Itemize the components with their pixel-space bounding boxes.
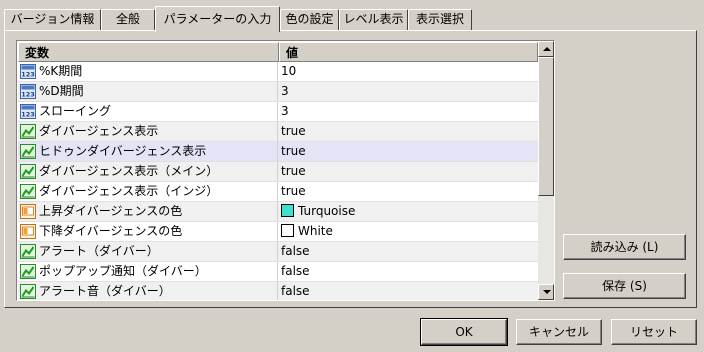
column-header-variable[interactable]: 変数 xyxy=(18,42,279,62)
parameter-value-cell[interactable]: 3 xyxy=(279,82,289,101)
parameter-value: true xyxy=(281,124,306,138)
parameter-name: ダイバージェンス表示 xyxy=(39,124,159,138)
ok-button[interactable]: OK xyxy=(420,318,508,346)
table-row[interactable]: アラート音（ダイバー） false xyxy=(18,282,538,300)
parameter-name-cell: ダイバージェンス表示 xyxy=(18,122,278,141)
parameter-name-cell: 123 %D期間 xyxy=(18,82,278,101)
parameter-value-cell[interactable]: true xyxy=(279,182,306,201)
parameter-value: true xyxy=(281,144,306,158)
svg-text:123: 123 xyxy=(21,71,35,79)
bool-icon xyxy=(20,244,36,259)
parameter-name: ポップアップ通知（ダイバー） xyxy=(39,264,207,278)
tab-display[interactable]: 表示選択 xyxy=(408,9,472,30)
parameter-value: White xyxy=(298,224,333,238)
scroll-thumb[interactable] xyxy=(538,57,554,196)
load-button[interactable]: 読み込み (L) xyxy=(563,234,686,260)
parameter-value: Turquoise xyxy=(298,204,356,218)
parameter-name: ダイバージェンス表示（インジ） xyxy=(39,184,219,198)
parameter-value-cell[interactable]: true xyxy=(279,122,306,141)
parameter-name: ダイバージェンス表示（メイン） xyxy=(39,164,219,178)
parameter-name-cell: 下降ダイバージェンスの色 xyxy=(18,222,278,241)
number-icon: 123 xyxy=(20,64,36,79)
parameter-value: false xyxy=(281,244,310,258)
tab-general[interactable]: 全般 xyxy=(101,9,155,30)
parameter-value-cell[interactable]: White xyxy=(279,222,333,241)
number-icon: 123 xyxy=(20,104,36,119)
table-row[interactable]: アラート（ダイバー） false xyxy=(18,242,538,262)
scroll-down-button[interactable] xyxy=(538,284,554,300)
parameter-name-cell: 上昇ダイバージェンスの色 xyxy=(18,202,278,221)
tab-levels[interactable]: レベル表示 xyxy=(339,9,408,30)
table-row[interactable]: 下降ダイバージェンスの色 White xyxy=(18,222,538,242)
parameter-name: %D期間 xyxy=(39,84,84,98)
parameter-name-cell: 123 スローイング xyxy=(18,102,278,121)
parameter-name-cell: アラート（ダイバー） xyxy=(18,242,278,261)
parameter-name: %K期間 xyxy=(39,64,83,78)
table-row[interactable]: 123 %D期間 3 xyxy=(18,82,538,102)
number-icon: 123 xyxy=(20,84,36,99)
parameter-value: false xyxy=(281,284,310,298)
save-button[interactable]: 保存 (S) xyxy=(563,273,686,299)
parameter-name-cell: ポップアップ通知（ダイバー） xyxy=(18,262,278,281)
bool-icon xyxy=(20,144,36,159)
table-row[interactable]: ヒドゥンダイバージェンス表示 true xyxy=(18,142,538,162)
parameter-value: 3 xyxy=(281,84,289,98)
table-row[interactable]: 123 スローイング 3 xyxy=(18,102,538,122)
parameter-name-cell: 123 %K期間 xyxy=(18,62,278,81)
bool-icon xyxy=(20,164,36,179)
color-icon xyxy=(20,204,36,219)
bool-icon xyxy=(20,264,36,279)
parameter-name: 上昇ダイバージェンスの色 xyxy=(39,204,183,218)
tab-colors[interactable]: 色の設定 xyxy=(280,9,339,30)
parameter-value-cell[interactable]: 3 xyxy=(279,102,289,121)
color-swatch xyxy=(281,204,294,217)
svg-text:123: 123 xyxy=(21,111,35,119)
scroll-up-button[interactable] xyxy=(538,41,554,57)
color-icon xyxy=(20,224,36,239)
parameter-name-cell: ヒドゥンダイバージェンス表示 xyxy=(18,142,278,161)
table-row[interactable]: ダイバージェンス表示（インジ） true xyxy=(18,182,538,202)
reset-button[interactable]: リセット xyxy=(611,319,697,345)
table-row[interactable]: ポップアップ通知（ダイバー） false xyxy=(18,262,538,282)
tab-version-info[interactable]: バージョン情報 xyxy=(4,9,101,30)
parameter-name-cell: ダイバージェンス表示（メイン） xyxy=(18,162,278,181)
parameter-value-cell[interactable]: 10 xyxy=(279,62,296,81)
parameter-name: アラート（ダイバー） xyxy=(39,244,159,258)
parameter-value: 3 xyxy=(281,104,289,118)
bool-icon xyxy=(20,184,36,199)
parameter-value-cell[interactable]: true xyxy=(279,142,306,161)
grid-header: 変数 値 xyxy=(18,42,538,62)
parameter-name: ヒドゥンダイバージェンス表示 xyxy=(39,144,207,158)
parameter-value-cell[interactable]: false xyxy=(279,242,310,261)
arrow-up-icon xyxy=(543,47,551,51)
bool-icon xyxy=(20,284,36,299)
parameter-value-cell[interactable]: Turquoise xyxy=(279,202,355,221)
parameter-name: 下降ダイバージェンスの色 xyxy=(39,224,183,238)
svg-text:123: 123 xyxy=(21,91,35,99)
parameter-value: false xyxy=(281,264,310,278)
cancel-button[interactable]: キャンセル xyxy=(516,319,602,345)
table-row[interactable]: 123 %K期間 10 xyxy=(18,62,538,82)
column-header-value[interactable]: 値 xyxy=(279,42,538,62)
parameter-name: アラート音（ダイバー） xyxy=(39,284,171,298)
parameter-value: true xyxy=(281,184,306,198)
parameter-grid: 変数 値 123 %K期間 10 123 %D期間 3 123 スローイング 3 ダイバージェンス… xyxy=(16,40,555,301)
parameter-value: 10 xyxy=(281,64,297,78)
bool-icon xyxy=(20,124,36,139)
parameter-value-cell[interactable]: true xyxy=(279,162,306,181)
tab-parameters[interactable]: パラメーターの入力 xyxy=(155,6,280,32)
vertical-scrollbar[interactable] xyxy=(538,41,554,300)
parameter-name-cell: ダイバージェンス表示（インジ） xyxy=(18,182,278,201)
parameter-value-cell[interactable]: false xyxy=(279,262,310,281)
parameter-name-cell: アラート音（ダイバー） xyxy=(18,282,278,300)
parameter-name: スローイング xyxy=(39,104,112,118)
table-row[interactable]: ダイバージェンス表示 true xyxy=(18,122,538,142)
parameter-value-cell[interactable]: false xyxy=(279,282,310,300)
parameter-value: true xyxy=(281,164,306,178)
color-swatch xyxy=(281,224,294,237)
table-row[interactable]: 上昇ダイバージェンスの色 Turquoise xyxy=(18,202,538,222)
arrow-down-icon xyxy=(543,290,551,294)
table-row[interactable]: ダイバージェンス表示（メイン） true xyxy=(18,162,538,182)
